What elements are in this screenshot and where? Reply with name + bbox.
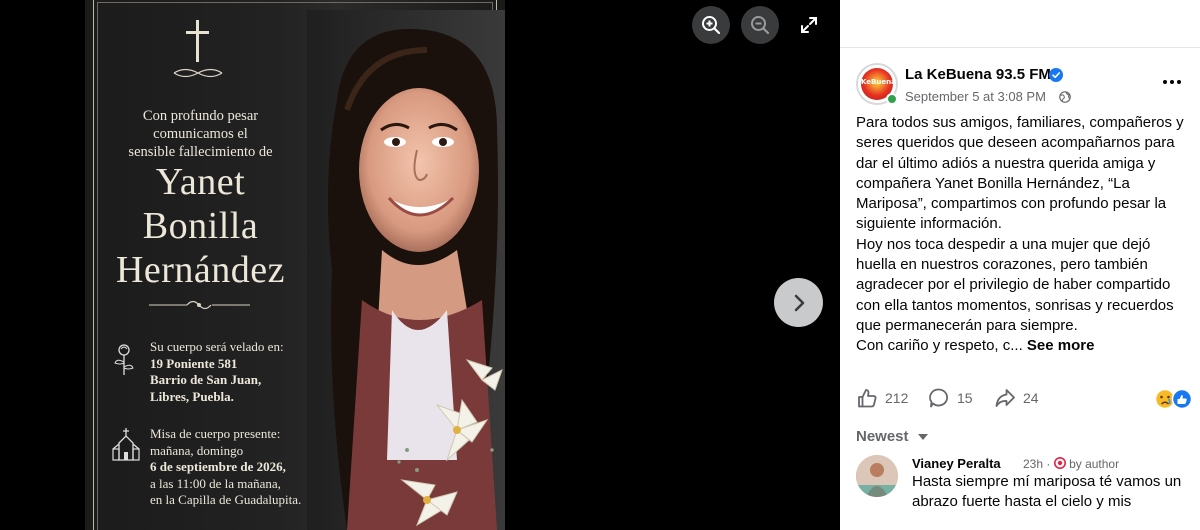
comment-author-link[interactable]: Vianey Peralta: [912, 456, 1001, 471]
verified-badge-icon: [1049, 68, 1063, 82]
expand-icon: [801, 17, 817, 33]
post-body: Para todos sus amigos, familiares, compa…: [856, 113, 1188, 357]
share-count: 24: [1023, 390, 1039, 406]
top-flourish-icon: [173, 68, 223, 78]
author-badge-label: by author: [1069, 457, 1120, 471]
name-line: Hernández: [115, 249, 286, 291]
dot-separator: ·: [1046, 457, 1054, 471]
post-paragraph-text: Con cariño y respeto, c...: [856, 337, 1023, 355]
share-icon: [995, 389, 1015, 407]
zoom-out-icon: [751, 16, 770, 35]
comment-time[interactable]: 23h: [1023, 457, 1043, 471]
comment-meta: 23h · by author: [1023, 457, 1119, 471]
comment-count: 15: [957, 390, 973, 406]
chevron-right-icon: [794, 294, 804, 311]
author-badge-icon: [1053, 457, 1066, 469]
deceased-name: Yanet Bonilla Hernández: [103, 160, 298, 292]
reaction-bar: 212 15 24: [856, 385, 1193, 413]
zoom-in-button[interactable]: [692, 6, 730, 44]
wake-line: Barrio de San Juan,: [150, 372, 262, 387]
post-options-button[interactable]: [1158, 68, 1186, 96]
comment-button[interactable]: 15: [928, 385, 973, 411]
post-timestamp-link[interactable]: September 5 at 3:08 PM: [905, 89, 1046, 104]
reaction-summary-icon[interactable]: [1154, 388, 1194, 410]
wake-info: Su cuerpo será velado en: 19 Poniente 58…: [150, 339, 284, 405]
sort-label: Newest: [856, 428, 909, 445]
photo-viewer: Con profundo pesar comunicamos el sensib…: [0, 0, 840, 530]
see-more-link[interactable]: See more: [1027, 337, 1095, 354]
more-horizontal-icon: [1163, 80, 1181, 84]
funeral-notice-image: Con profundo pesar comunicamos el sensib…: [85, 0, 505, 530]
page-logo-text: KeBuena: [861, 78, 896, 86]
intro-line: comunicamos el: [153, 126, 248, 142]
divider: [840, 47, 1200, 48]
intro-text: Con profundo pesar comunicamos el sensib…: [113, 107, 288, 161]
zoom-out-button[interactable]: [741, 6, 779, 44]
comment-sort-dropdown[interactable]: Newest: [856, 428, 928, 445]
intro-line: Con profundo pesar: [142, 108, 259, 124]
next-photo-button[interactable]: [774, 278, 823, 327]
cross-icon: [186, 20, 209, 62]
like-button[interactable]: 212: [856, 385, 908, 411]
zoom-in-icon: [702, 16, 721, 35]
commenter-avatar[interactable]: [856, 455, 898, 497]
post-paragraph: Para todos sus amigos, familiares, compa…: [856, 114, 1184, 233]
comment-icon: [929, 388, 948, 408]
like-count: 212: [885, 390, 909, 406]
portrait-photo: [307, 10, 505, 530]
mass-line: mañana, domingo: [150, 442, 244, 458]
wake-line: Libres, Puebla.: [150, 388, 234, 404]
post-paragraph: Con cariño y respeto, c... See more: [856, 336, 1188, 356]
thumbs-up-icon: [858, 389, 877, 408]
online-status-dot: [886, 93, 898, 105]
name-line: Bonilla: [142, 205, 259, 247]
name-line: Yanet: [155, 161, 246, 203]
rose-icon: [114, 344, 134, 375]
intro-line: sensible fallecimiento de: [128, 144, 273, 160]
middle-flourish-icon: [149, 300, 250, 310]
mass-info: Misa de cuerpo presente: mañana, domingo…: [150, 426, 301, 509]
globe-icon[interactable]: [1059, 91, 1071, 103]
fullscreen-button[interactable]: [792, 8, 826, 42]
mass-line: en la Capilla de Guadalupita.: [150, 492, 302, 507]
wake-line: Su cuerpo será velado en:: [150, 339, 284, 354]
mass-line: a las 11:00 de la mañana,: [150, 475, 281, 491]
wake-line: 19 Poniente 581: [150, 355, 238, 371]
share-button[interactable]: 24: [994, 385, 1039, 411]
mass-line: 6 de septiembre de 2026,: [150, 459, 286, 474]
church-icon: [112, 428, 140, 461]
post-panel: KeBuena La KeBuena 93.5 FM September 5 a…: [840, 0, 1200, 530]
comment-body: Hasta siempre mí mariposa té vamos un ab…: [912, 473, 1182, 510]
post-paragraph: Hoy nos toca despedir a una mujer que de…: [856, 235, 1174, 334]
page-name-link[interactable]: La KeBuena 93.5 FM: [905, 66, 1051, 83]
caret-down-icon: [917, 434, 928, 441]
mass-line: Misa de cuerpo presente:: [150, 426, 281, 441]
